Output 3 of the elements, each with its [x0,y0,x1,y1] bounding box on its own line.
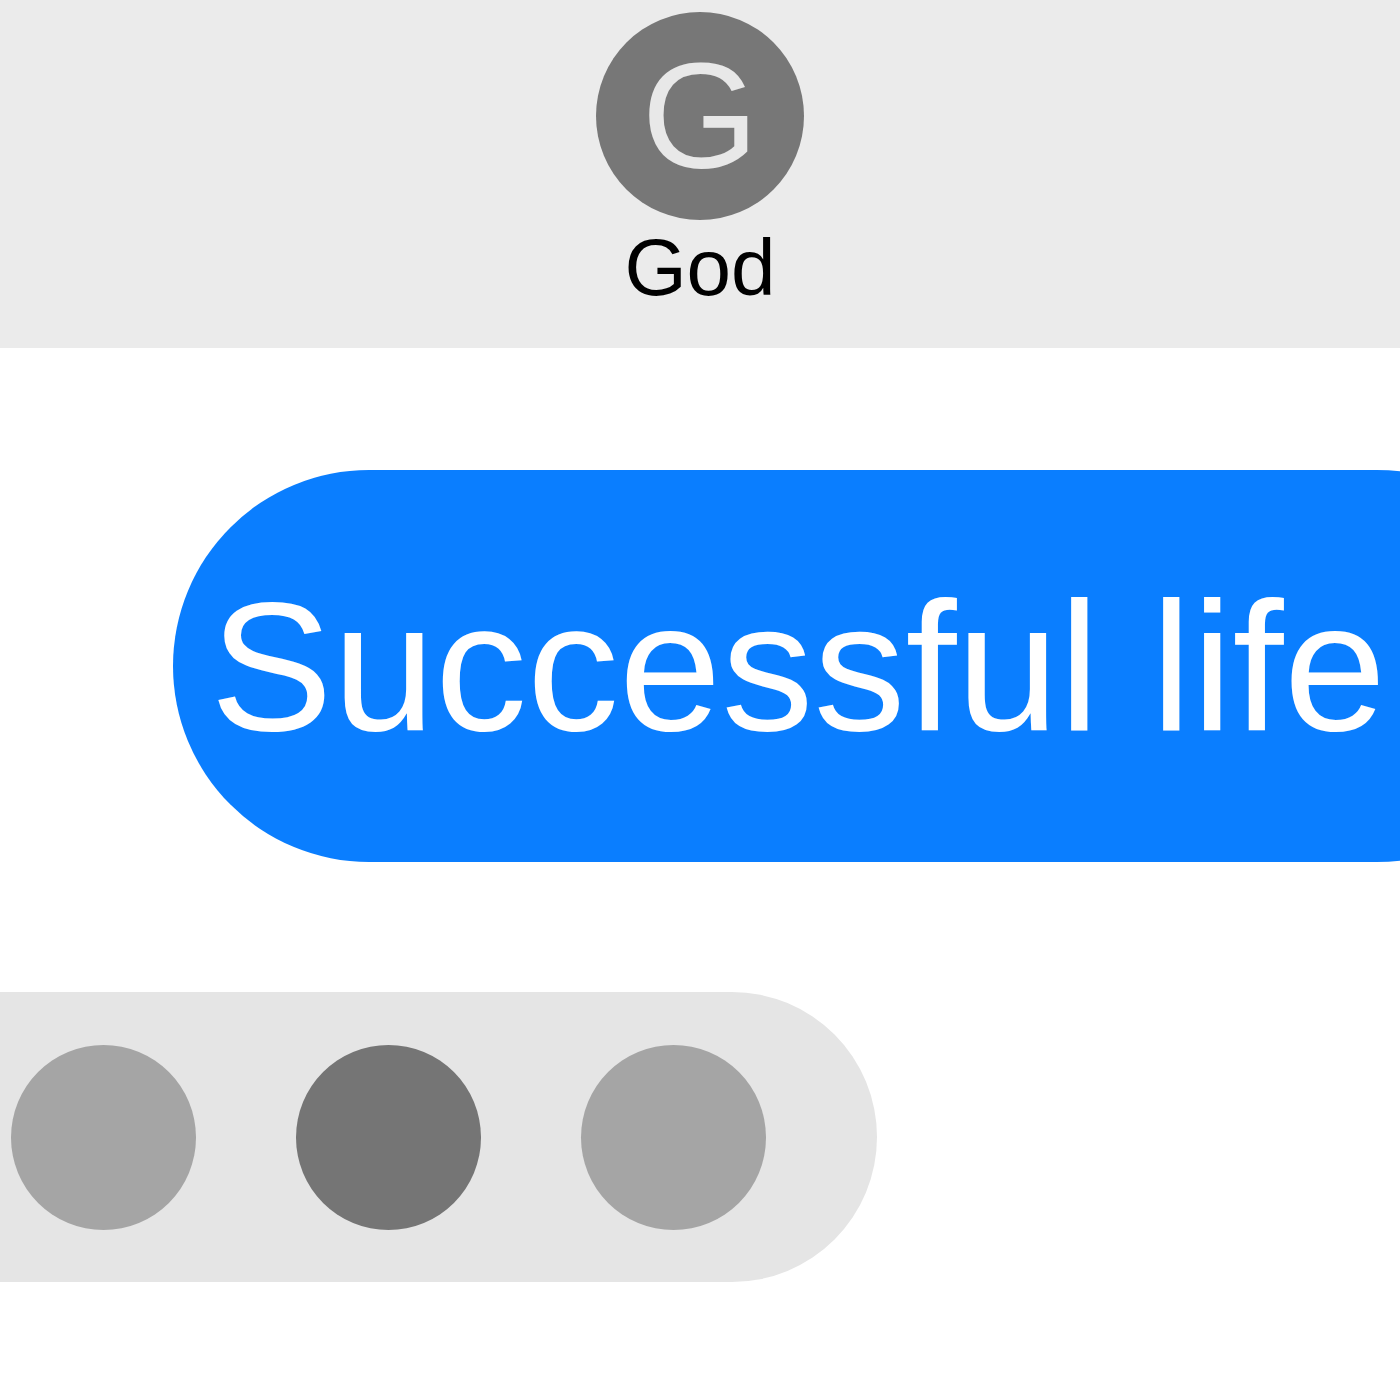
avatar[interactable]: G [596,12,804,220]
contact-name: God [624,222,776,314]
message-text: Successful life [210,566,1387,766]
